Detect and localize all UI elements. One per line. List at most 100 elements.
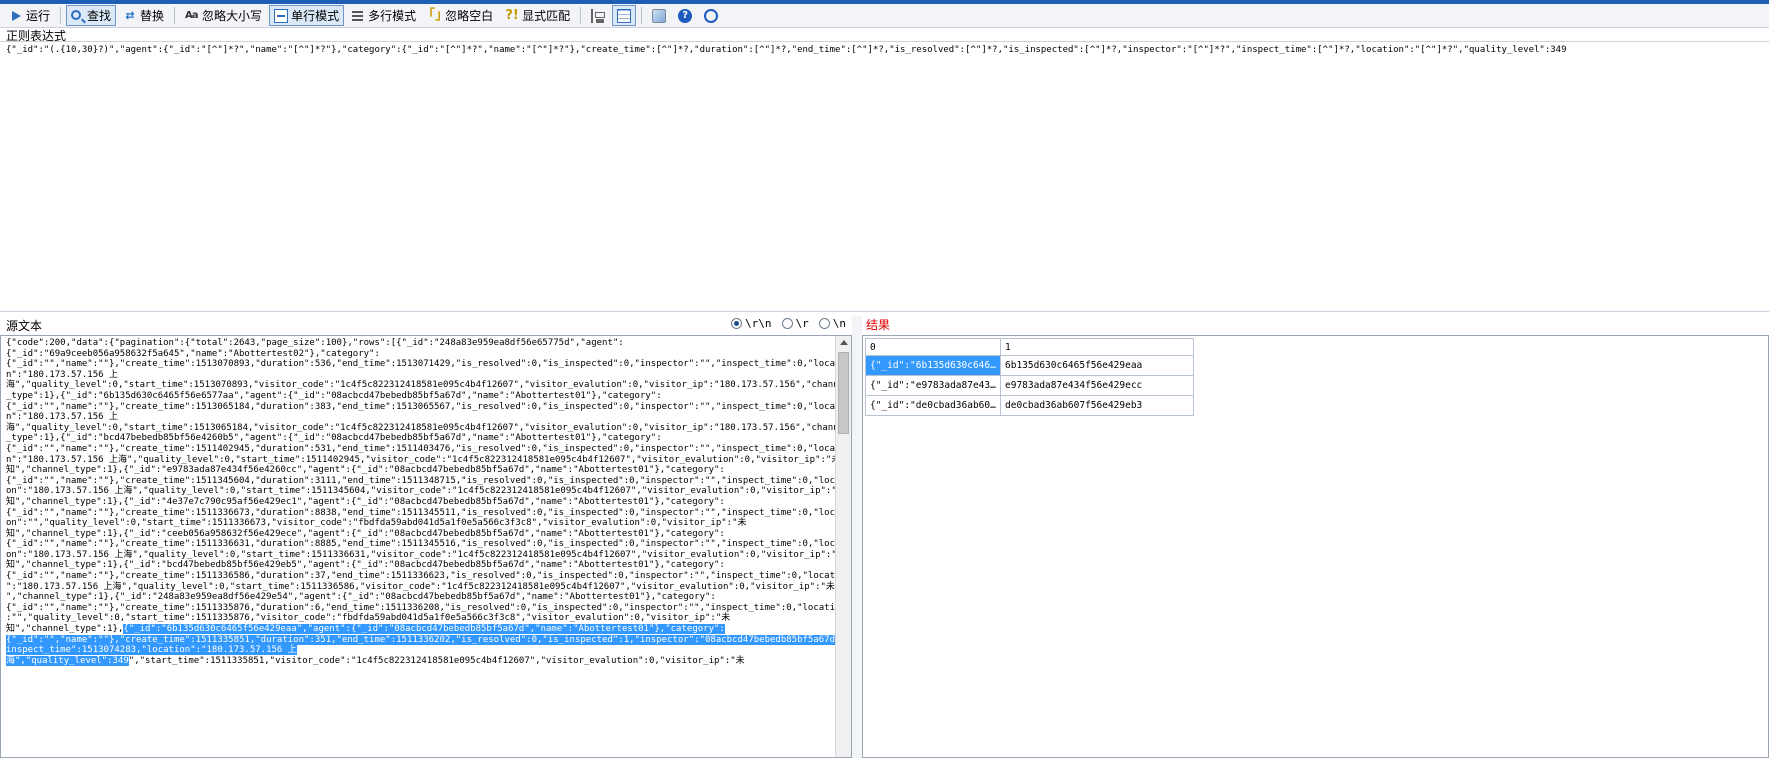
source-line: {"_id":"69a9ceeb056a958632f5a645","name"… [6, 349, 836, 360]
pane-splitter[interactable] [852, 316, 862, 758]
source-header: 源文本 \r\n \r \n [0, 316, 858, 334]
whitespace-icon: ｢｣ [428, 7, 442, 23]
radio-dot [781, 318, 793, 329]
source-line: 海","quality_level":0,"start_time":151307… [6, 380, 849, 391]
newline-lf-radio[interactable]: \n [818, 317, 846, 330]
help-button[interactable]: ? [673, 5, 697, 26]
source-line-text: {"code":200,"data":{"pagination":{"total… [6, 338, 624, 348]
toolbar-separator [641, 7, 643, 24]
column-header-0[interactable]: 0 [865, 338, 1001, 356]
source-line: n":"180.173.57.156 上 [6, 370, 836, 381]
table-row[interactable]: {"_id":"6b135d630c646... 6b135d630c6465f… [865, 355, 1194, 376]
ignore-case-label: 忽略大小写 [202, 9, 263, 23]
source-line: _type":1},{"_id":"bcd47bebedb85bf56e4260… [6, 433, 836, 444]
find-button[interactable]: 查找 [66, 5, 117, 26]
source-line-text: 海","quality_level":0,"start_time":151306… [6, 422, 850, 433]
grid-cell-match[interactable]: {"_id":"6b135d630c646... [865, 355, 1001, 376]
run-button[interactable]: 运行 [4, 5, 55, 26]
radio-dot [731, 318, 742, 329]
source-line: 知","channel_type":1},{"_id":"bcd47bebedb… [6, 560, 836, 571]
source-line: 知","channel_type":1},{"_id":"e9783ada87e… [6, 465, 836, 476]
source-line-text: {"_id":"","name":""},"create_time":15113… [6, 539, 852, 550]
newline-crlf-radio[interactable]: \r\n [731, 317, 772, 330]
source-line: {"_id":"","name":""},"create_time":15113… [6, 571, 851, 582]
about-button[interactable] [699, 5, 723, 26]
source-line: 海","quality_level":349","start_time":151… [6, 655, 836, 667]
help-icon: ? [678, 8, 693, 23]
result-grid-header: 0 1 [865, 338, 1194, 356]
table-row[interactable]: {"_id":"de0cbad36ab60... de0cbad36ab607f… [865, 395, 1194, 416]
case-icon: Aa [185, 9, 199, 21]
explicit-match-button[interactable]: ?! 显式匹配 [500, 5, 575, 26]
ignore-whitespace-button[interactable]: ｢｣ 忽略空白 [423, 5, 498, 26]
tree-view-button[interactable] [586, 5, 610, 26]
scroll-up-icon[interactable] [840, 340, 848, 345]
source-line-text: 知","channel_type":1},{"_id":"e9783ada87e… [6, 465, 725, 476]
source-line: ","channel_type":1},{"_id":"248a83e959ea… [6, 592, 836, 603]
source-line: _type":1},{"_id":"6b135d630c6465f56e6577… [6, 391, 836, 402]
single-line-mode-button[interactable]: 单行模式 [269, 5, 345, 26]
run-label: 运行 [26, 9, 51, 23]
source-line-text: {"_id":"","name":""},"create_time":15113… [6, 571, 852, 582]
source-line-text: 知","channel_type":1},{"_id":"bcd47bebedb… [6, 560, 725, 571]
image-icon [652, 8, 667, 23]
source-line: {"_id":"","name":""},"create_time":15113… [6, 476, 851, 487]
grid-cell-group[interactable]: e9783ada87e434f56e429ecc [1000, 375, 1194, 396]
source-line-text: _type":1},{"_id":"6b135d630c6465f56e6577… [6, 390, 662, 401]
source-line: {"code":200,"data":{"pagination":{"total… [6, 338, 836, 349]
source-line: {"_id":"","name":""},"create_time":15113… [6, 539, 851, 550]
source-text-content[interactable]: {"code":200,"data":{"pagination":{"total… [6, 338, 851, 667]
newline-lf-label: \n [832, 317, 846, 330]
source-line: on":"180.173.57.156 上海","quality_level":… [6, 550, 846, 561]
scrollbar-thumb[interactable] [838, 352, 849, 434]
source-text-editor[interactable]: {"code":200,"data":{"pagination":{"total… [0, 335, 852, 758]
result-panel: 0 1 {"_id":"6b135d630c646... 6b135d630c6… [862, 335, 1769, 758]
ignore-case-button[interactable]: Aa 忽略大小写 [180, 5, 267, 26]
source-vertical-scrollbar[interactable] [835, 336, 851, 757]
source-line-text: {"_id":"","name":""},"create_time":15113… [6, 602, 852, 613]
source-line-text: on":"180.173.57.156 上海","quality_level":… [6, 549, 846, 560]
source-line-text: {"_id":"","name":""},"create_time":15113… [6, 475, 852, 486]
grid-cell-match[interactable]: {"_id":"de0cbad36ab60... [865, 395, 1001, 416]
column-header-1[interactable]: 1 [1000, 338, 1194, 356]
search-icon [71, 9, 82, 20]
single-line-label: 单行模式 [291, 9, 340, 23]
source-line-text: {"_id":"","name":""},"create_time":15130… [6, 359, 852, 370]
grid-cell-match[interactable]: {"_id":"e9783ada87e43... [865, 375, 1001, 396]
result-grid[interactable]: 0 1 {"_id":"6b135d630c646... 6b135d630c6… [865, 338, 1194, 416]
question-mark-icon: ?! [505, 7, 519, 23]
source-line: n":"180.173.57.156 上 [6, 412, 836, 423]
single-line-icon [274, 8, 289, 23]
source-line: on":"180.173.57.156 上海","quality_level":… [6, 486, 846, 497]
source-line: :"","quality_level":0,"start_time":15113… [6, 613, 836, 624]
regex-input[interactable]: {"_id":"(.{10,30}?)","agent":{"_id":"[^"… [0, 41, 1769, 312]
source-line: {"_id":"","name":""},"create_time":15130… [6, 359, 851, 370]
source-line: ":"180.173.57.156 上海","quality_level":0,… [6, 582, 844, 593]
grid-cell-group[interactable]: 6b135d630c6465f56e429eaa [1000, 355, 1194, 376]
toolbar-separator [580, 7, 582, 24]
source-line-text: n":"180.173.57.156 上 [6, 369, 118, 380]
source-line: 知","channel_type":1},{"_id":"ceeb056a958… [6, 529, 836, 540]
table-row[interactable]: {"_id":"e9783ada87e43... e9783ada87e434f… [865, 375, 1194, 396]
selected-match-text: {"_id":"","name":""},"create_time":15113… [6, 634, 852, 645]
grid-icon [617, 8, 632, 23]
grid-cell-group[interactable]: de0cbad36ab607f56e429eb3 [1000, 395, 1194, 416]
toolbar-separator [60, 7, 62, 24]
newline-cr-radio[interactable]: \r [781, 317, 809, 330]
source-line-text: _type":1},{"_id":"bcd47bebedb85bf56e4260… [6, 433, 662, 444]
source-line: {"_id":"","name":""},"create_time":15130… [6, 402, 851, 413]
newline-crlf-label: \r\n [745, 317, 772, 330]
selected-match-text: inspect_time":1513074283,"location":"180… [6, 645, 297, 656]
source-line-text: on":"180.173.57.156 上海","quality_level":… [6, 486, 846, 497]
source-line-text: ","start_time":1511335851,"visitor_code"… [128, 655, 745, 666]
grid-view-button[interactable] [612, 5, 637, 26]
source-line: 海","quality_level":0,"start_time":151306… [6, 423, 849, 434]
source-line: 知","channel_type":1},{"_id":"6b135d630c6… [6, 624, 836, 635]
source-line-text: 知","channel_type":1}, [6, 624, 124, 635]
radio-dot [818, 318, 830, 329]
replace-button[interactable]: ⇄ 替换 [118, 5, 169, 26]
source-line-text: ":"180.173.57.156 上海","quality_level":0,… [6, 581, 844, 592]
multi-line-mode-button[interactable]: 多行模式 [346, 5, 421, 26]
image-button[interactable] [647, 5, 671, 26]
ignore-whitespace-label: 忽略空白 [445, 9, 494, 23]
